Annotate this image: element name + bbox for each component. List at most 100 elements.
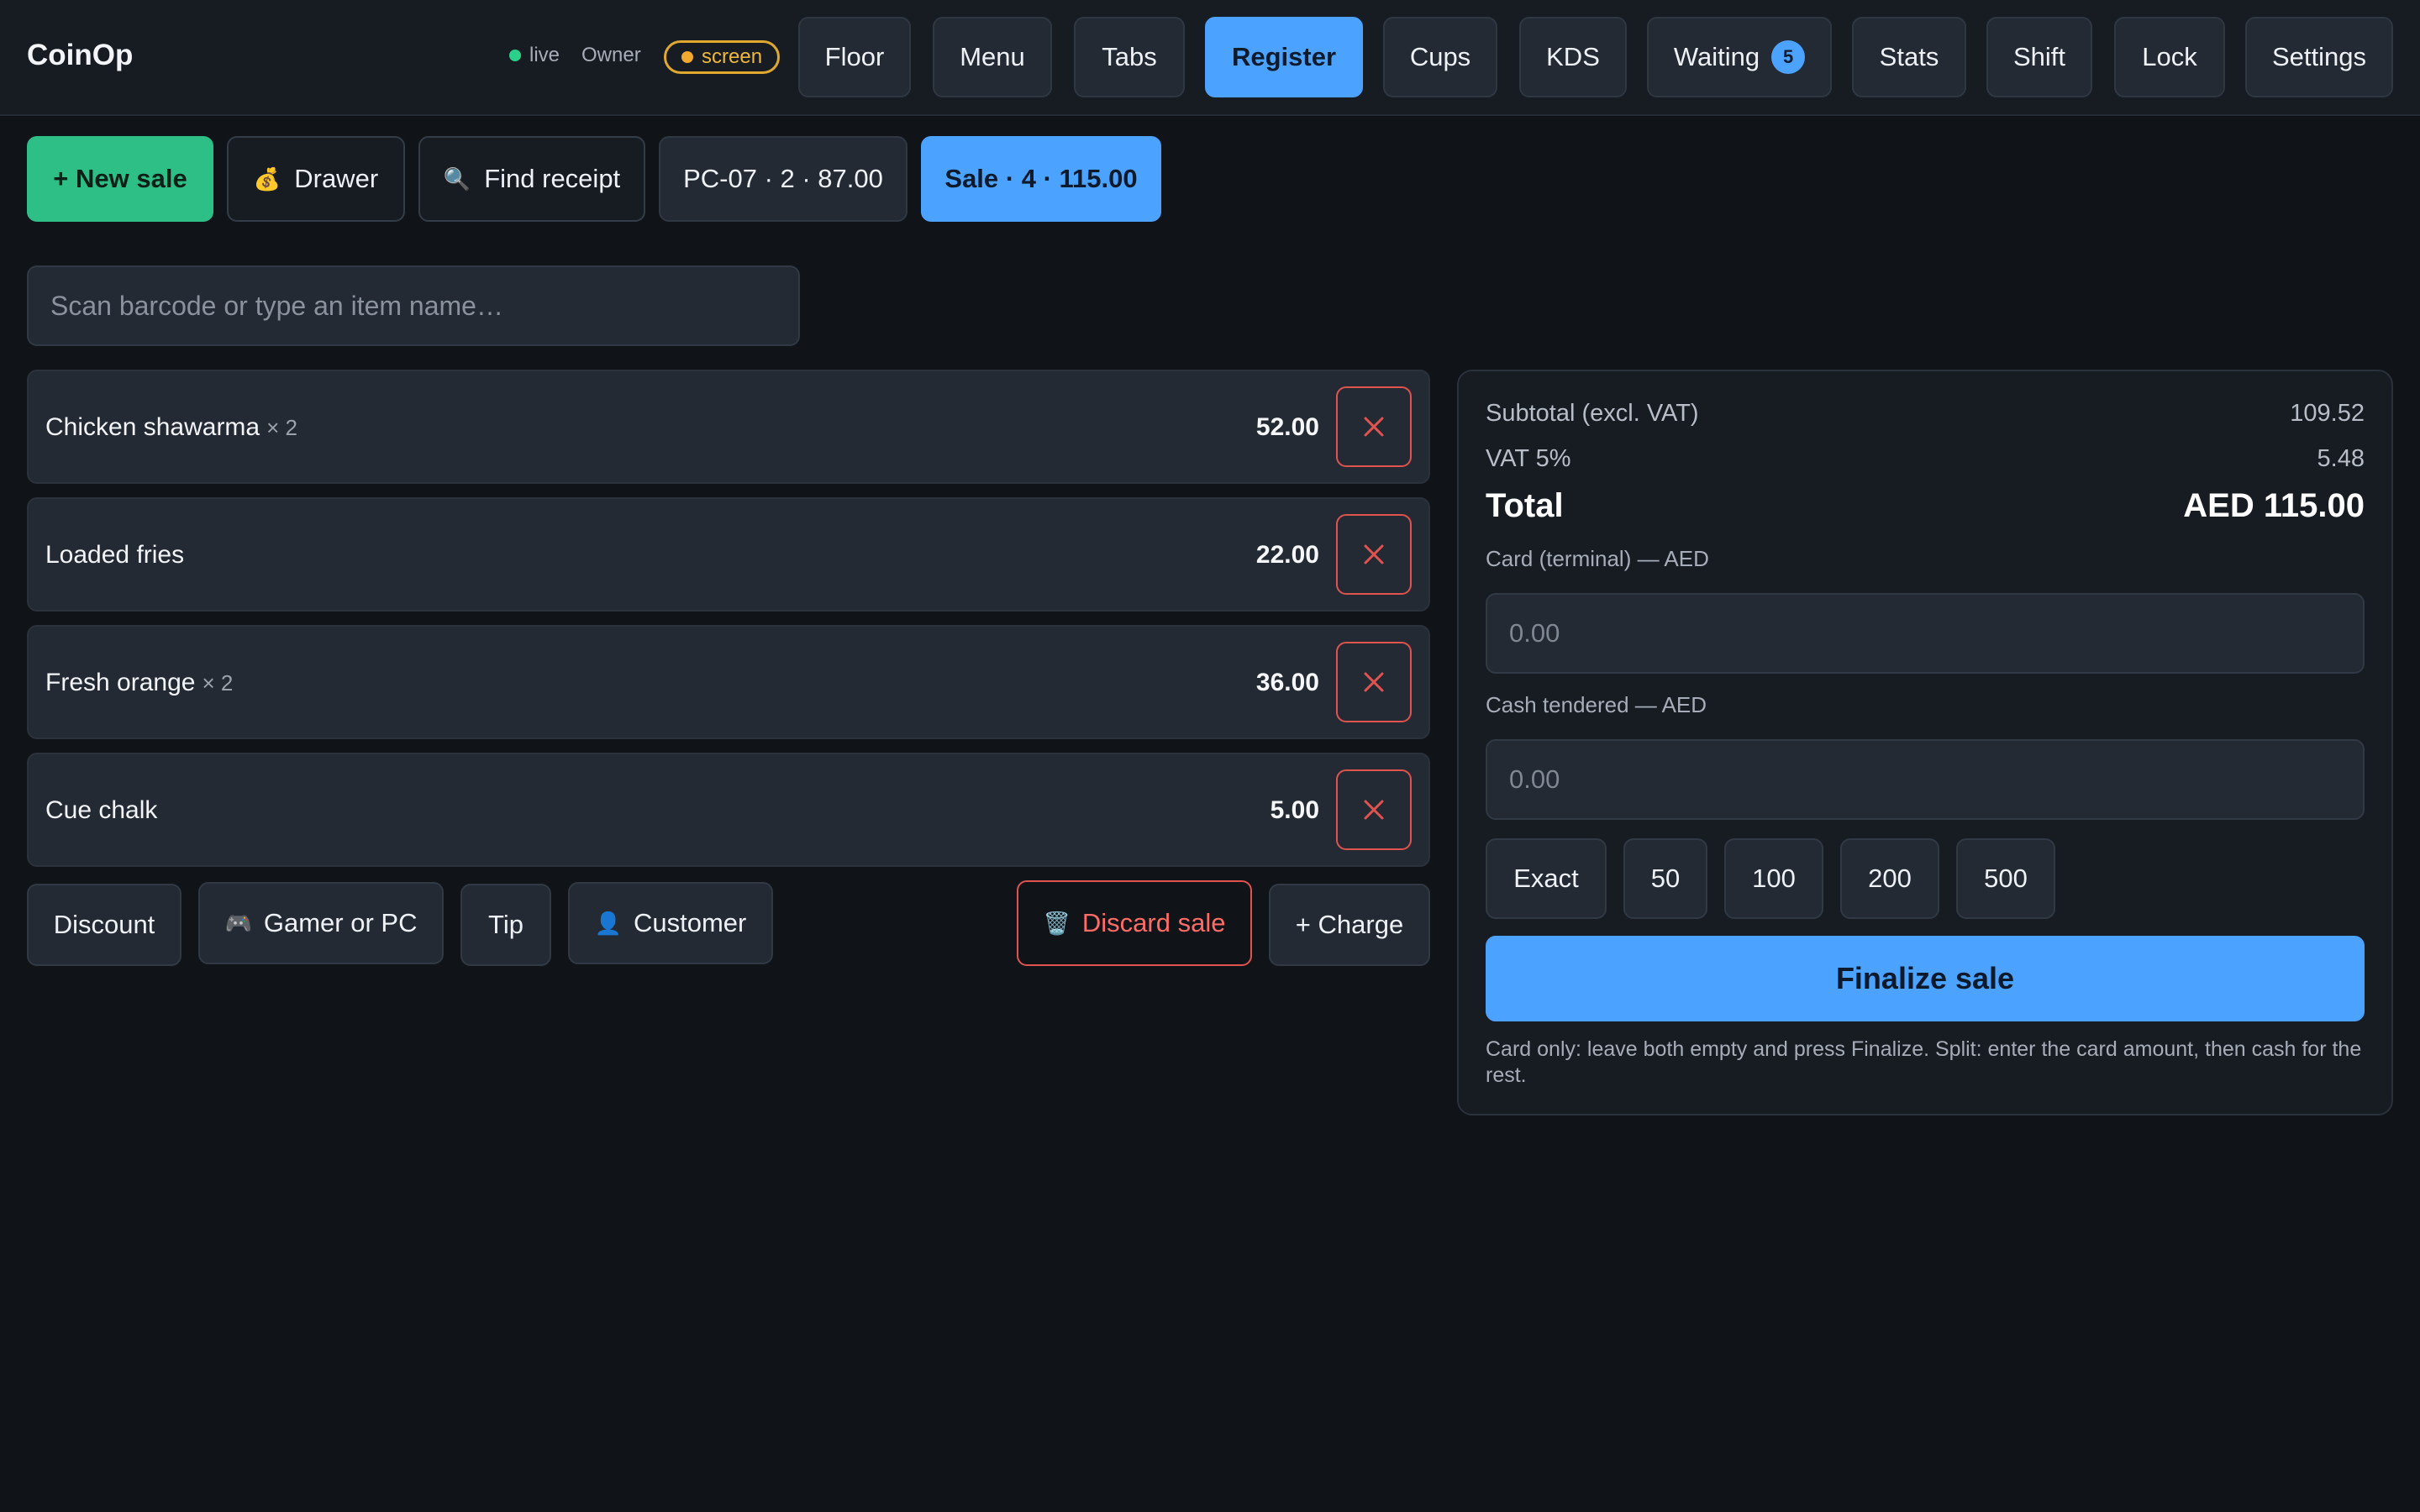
add-charge-button[interactable]: + Charge: [1269, 884, 1430, 966]
vat-label: VAT 5%: [1486, 445, 1571, 472]
top-bar: CoinOp live Owner screen Floor Menu Tabs…: [0, 0, 2420, 116]
nav-label: Settings: [2271, 42, 2366, 71]
trash-icon: 🗑️: [1043, 910, 1071, 936]
cart-item[interactable]: Fresh orange × 2 36.00: [27, 625, 1430, 739]
remove-item-button[interactable]: [1336, 769, 1412, 850]
subtotal-value: 109.52: [2290, 400, 2365, 427]
remove-item-button[interactable]: [1336, 386, 1412, 467]
quick-100-button[interactable]: 100: [1724, 838, 1823, 919]
item-name: Cue chalk: [45, 796, 158, 824]
nav-label: Register: [1231, 42, 1337, 71]
nav-waiting[interactable]: Waiting 5: [1647, 17, 1832, 97]
quick-50-button[interactable]: 50: [1623, 838, 1707, 919]
magnifier-icon: 🔍: [443, 165, 471, 192]
new-sale-label: + New sale: [53, 164, 187, 193]
screen-mode-pill[interactable]: screen: [664, 40, 781, 74]
gamer-pc-label: Gamer or PC: [263, 908, 418, 937]
discount-label: Discount: [53, 910, 155, 939]
discount-button[interactable]: Discount: [27, 884, 182, 966]
user-icon: 👤: [594, 910, 622, 936]
cart-item[interactable]: Cue chalk 5.00: [27, 753, 1430, 867]
item-price: 5.00: [1270, 796, 1319, 824]
nav-lock[interactable]: Lock: [2114, 17, 2225, 97]
find-receipt-label: Find receipt: [484, 164, 621, 193]
total-row: Total AED 115.00: [1486, 487, 2365, 525]
quick-label: 200: [1868, 864, 1912, 893]
item-price: 52.00: [1255, 413, 1319, 441]
nav-kds[interactable]: KDS: [1519, 17, 1627, 97]
live-label: live: [529, 44, 560, 66]
cash-tendered-input[interactable]: 0.00: [1486, 739, 2365, 820]
screen-dot-icon: [681, 51, 693, 63]
nav-tabs[interactable]: Tabs: [1074, 17, 1185, 97]
cash-tendered-label: Cash tendered — AED: [1486, 692, 1707, 717]
app-logo: CoinOp: [27, 39, 134, 71]
nav-floor[interactable]: Floor: [798, 17, 911, 97]
close-icon: [1364, 544, 1384, 564]
new-sale-button[interactable]: + New sale: [27, 136, 213, 222]
tip-button[interactable]: Tip: [460, 884, 551, 966]
nav-label: Floor: [824, 42, 885, 71]
nav-shift[interactable]: Shift: [1986, 17, 2092, 97]
open-tab-pc07[interactable]: PC-07 · 2 · 87.00: [659, 136, 908, 222]
gamepad-icon: 🎮: [224, 910, 252, 936]
card-amount-label: Card (terminal) — AED: [1486, 546, 1709, 571]
customer-button[interactable]: 👤 Customer: [568, 882, 773, 964]
quick-200-button[interactable]: 200: [1840, 838, 1939, 919]
customer-label: Customer: [634, 908, 747, 937]
finalize-sale-button[interactable]: Finalize sale: [1486, 936, 2365, 1021]
nav-label: Tabs: [1102, 42, 1157, 71]
drawer-button[interactable]: 💰 Drawer: [227, 136, 405, 222]
quick-500-button[interactable]: 500: [1956, 838, 2055, 919]
money-bag-icon: 💰: [253, 165, 281, 192]
open-tab-label: Sale · 4 · 115.00: [944, 164, 1138, 193]
search-placeholder: Scan barcode or type an item name…: [50, 290, 503, 321]
nav-label: KDS: [1546, 42, 1600, 71]
discard-sale-button[interactable]: 🗑️ Discard sale: [1017, 880, 1252, 966]
cart-item[interactable]: Loaded fries 22.00: [27, 497, 1430, 612]
subtotal-row: Subtotal (excl. VAT) 109.52: [1486, 400, 2365, 428]
open-tab-current-sale[interactable]: Sale · 4 · 115.00: [921, 136, 1161, 222]
item-name-wrap: Fresh orange × 2: [45, 669, 233, 697]
quick-label: 50: [1650, 864, 1681, 893]
payment-hint: Card only: leave both empty and press Fi…: [1486, 1037, 2362, 1087]
nav-label: Menu: [960, 42, 1025, 71]
quick-label: 500: [1984, 864, 2028, 893]
discard-label: Discard sale: [1081, 908, 1226, 937]
cart-item[interactable]: Chicken shawarma × 2 52.00: [27, 370, 1430, 484]
waiting-count-badge: 5: [1771, 40, 1806, 74]
drawer-label: Drawer: [294, 164, 379, 193]
screen-mode-label: screen: [702, 45, 763, 68]
quick-exact-button[interactable]: Exact: [1486, 838, 1607, 919]
card-amount-input[interactable]: 0.00: [1486, 593, 2365, 674]
item-search-input[interactable]: Scan barcode or type an item name…: [27, 265, 800, 346]
nav-label: Stats: [1879, 42, 1939, 71]
open-tab-label: PC-07 · 2 · 87.00: [683, 164, 883, 193]
nav-settings[interactable]: Settings: [2245, 17, 2393, 97]
item-name: Loaded fries: [45, 541, 185, 569]
item-qty: × 2: [202, 670, 234, 696]
item-price: 22.00: [1255, 541, 1319, 569]
quick-label: 100: [1752, 864, 1796, 893]
find-receipt-button[interactable]: 🔍 Find receipt: [418, 136, 645, 222]
nav-menu[interactable]: Menu: [933, 17, 1052, 97]
nav-stats[interactable]: Stats: [1852, 17, 1966, 97]
live-status: live: [509, 44, 560, 67]
nav-register[interactable]: Register: [1205, 17, 1363, 97]
subtotal-label: Subtotal (excl. VAT): [1486, 400, 1699, 427]
payment-panel: Subtotal (excl. VAT) 109.52 VAT 5% 5.48 …: [1457, 370, 2393, 1116]
remove-item-button[interactable]: [1336, 642, 1412, 722]
close-icon: [1364, 800, 1384, 820]
total-value: AED 115.00: [2183, 487, 2365, 524]
total-label: Total: [1486, 487, 1564, 524]
gamer-or-pc-button[interactable]: 🎮 Gamer or PC: [198, 882, 444, 964]
finalize-label: Finalize sale: [1835, 961, 2015, 995]
item-name-wrap: Chicken shawarma × 2: [45, 413, 297, 442]
nav-cups[interactable]: Cups: [1383, 17, 1497, 97]
item-name-wrap: Cue chalk: [45, 796, 164, 825]
role-label: Owner: [581, 44, 641, 66]
close-icon: [1364, 417, 1384, 437]
item-name: Fresh orange: [45, 669, 196, 696]
item-name-wrap: Loaded fries: [45, 541, 191, 570]
remove-item-button[interactable]: [1336, 514, 1412, 595]
